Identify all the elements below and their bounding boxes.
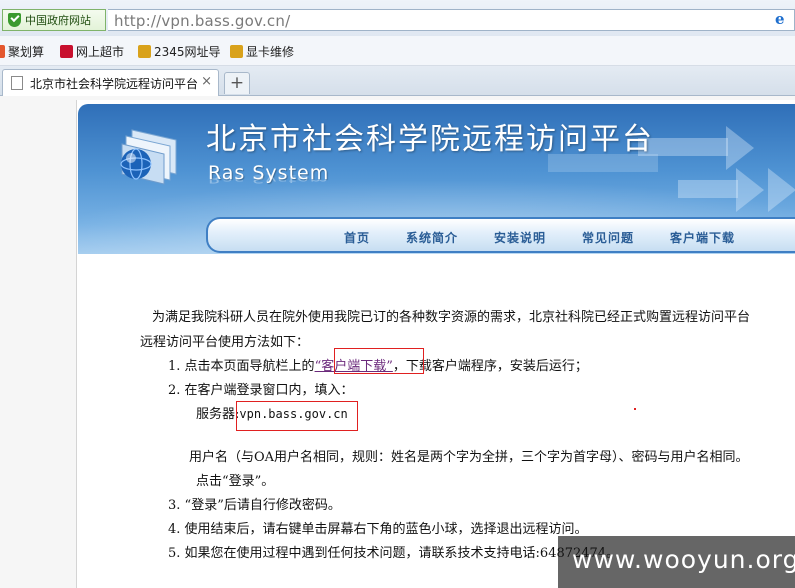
step-number: 2.: [168, 383, 181, 398]
watermark-text: www.wooyun.org: [572, 545, 795, 574]
server-label: 服务器:: [196, 407, 240, 422]
gov-site-badge[interactable]: 中国政府网站: [2, 9, 106, 31]
tab-strip: 北京市社会科学院远程访问平台 × +: [0, 66, 795, 96]
nav-install-guide[interactable]: 安装说明: [494, 229, 546, 246]
tab-title: 北京市社会科学院远程访问平台: [30, 76, 199, 91]
shield-check-icon: [8, 13, 21, 27]
tab-active[interactable]: 北京市社会科学院远程访问平台 ×: [2, 69, 219, 96]
step-1-text: 点击本页面导航栏上的: [184, 359, 315, 374]
nav-home[interactable]: 首页: [344, 229, 370, 246]
favorites-bar: 聚划算 网上超市 2345网址导 显卡维修: [0, 36, 795, 66]
favorite-2345[interactable]: 2345网址导: [138, 43, 221, 60]
site-subtitle-reflection: Ras System: [208, 172, 330, 185]
step-3: 3. “登录”后请自行修改密码。: [168, 494, 341, 513]
favorite-juhuasuan[interactable]: 聚划算: [0, 43, 44, 60]
favorite-label: 聚划算: [8, 45, 45, 59]
step-number: 3.: [168, 498, 181, 513]
step-4-text: 使用结束后，请右键单击屏幕右下角的蓝色小球，选择退出远程访问。: [184, 522, 588, 537]
step-2: 2. 在客户端登录窗口内，填入：: [168, 379, 354, 398]
step-4: 4. 使用结束后，请右键单击屏幕右下角的蓝色小球，选择退出远程访问。: [168, 518, 588, 537]
step-2-text: 在客户端登录窗口内，填入：: [184, 383, 354, 398]
site-2345-icon: [138, 45, 151, 58]
nav-faq[interactable]: 常见问题: [582, 229, 634, 246]
nav-client-download[interactable]: 客户端下载: [670, 229, 735, 246]
step-number: 1.: [168, 359, 181, 374]
site-2345-icon: [230, 45, 243, 58]
address-bar: 中国政府网站 http://vpn.bass.gov.cn/ e: [0, 0, 795, 36]
intro-line-1: 为满足我院科研人员在院外使用我院已订的各种数字资源的需求，北京社科院已经正式购置…: [152, 310, 751, 325]
username-line: 用户名（与OA用户名相同，规则：姓名是两个字为全拼，三个字为首字母）、密码与用户…: [189, 450, 749, 465]
new-tab-button[interactable]: +: [224, 72, 250, 94]
highlight-box-server: [236, 401, 358, 431]
favorite-label: 网上超市: [76, 45, 125, 59]
watermark: www.wooyun.org: [558, 536, 795, 588]
step-number: 5.: [168, 546, 181, 561]
red-mark: [634, 408, 636, 410]
favorite-gpu-repair[interactable]: 显卡维修: [230, 43, 294, 60]
main-nav: 首页 系统简介 安装说明 常见问题 客户端下载: [206, 217, 795, 253]
favorite-label: 显卡维修: [246, 45, 295, 59]
login-line: 点击“登录”。: [196, 474, 275, 489]
juhuasuan-icon: [0, 45, 5, 58]
page-icon: [11, 76, 23, 90]
step-5-text: 如果您在使用过程中遇到任何技术问题，请联系技术支持电话:64872474。: [184, 546, 620, 561]
highlight-box-download: [334, 348, 424, 374]
step-number: 4.: [168, 522, 181, 537]
gov-site-badge-label: 中国政府网站: [25, 14, 91, 27]
url-input[interactable]: http://vpn.bass.gov.cn/: [108, 9, 795, 31]
site-title: 北京市社会科学院远程访问平台: [206, 122, 654, 157]
ie-compat-icon[interactable]: e: [775, 11, 791, 27]
nav-system-intro[interactable]: 系统简介: [406, 229, 458, 246]
intro-line-2: 远程访问平台使用方法如下：: [140, 335, 310, 350]
step-3-text: “登录”后请自行修改密码。: [184, 498, 341, 513]
folder-globe-icon: [120, 129, 177, 185]
tmall-icon: [60, 45, 73, 58]
step-5: 5. 如果您在使用过程中遇到任何技术问题，请联系技术支持电话:64872474。: [168, 542, 619, 561]
favorite-label: 2345网址导: [154, 45, 221, 59]
favorite-tmall[interactable]: 网上超市: [60, 43, 124, 60]
close-tab-icon[interactable]: ×: [201, 74, 212, 89]
